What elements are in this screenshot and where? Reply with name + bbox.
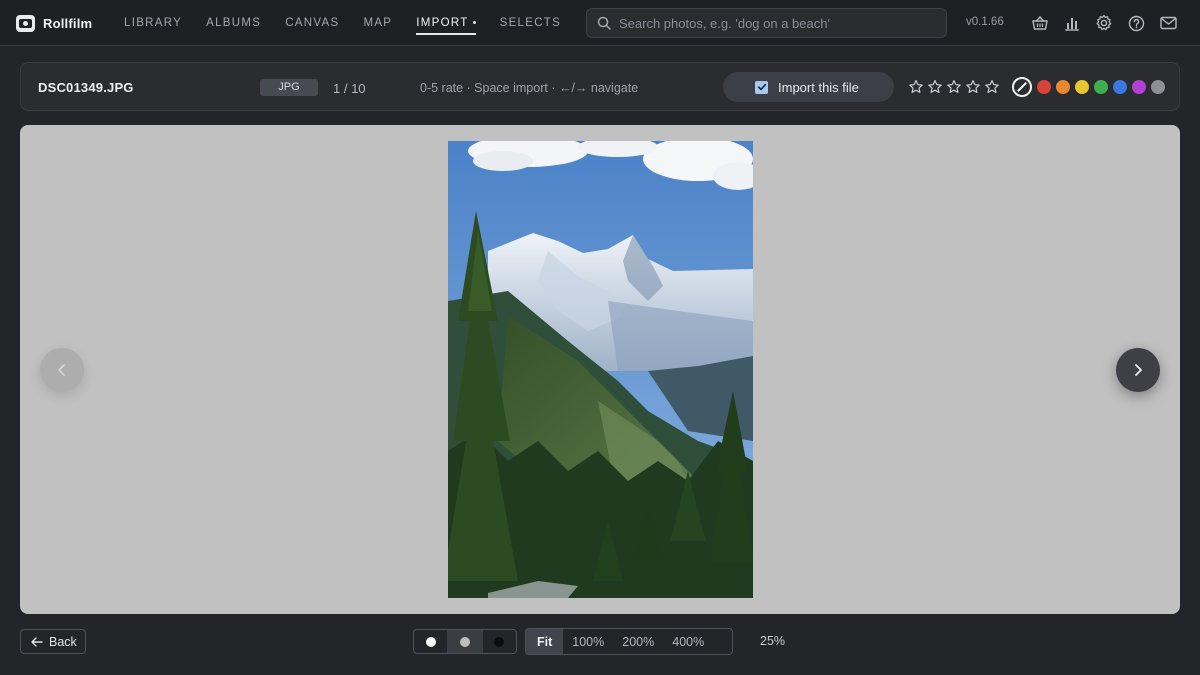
nav-map[interactable]: MAP — [351, 0, 404, 46]
check-icon — [757, 83, 766, 91]
nav-map-label: MAP — [363, 17, 393, 29]
nav-import-label: IMPORT — [416, 17, 469, 29]
zoom-level: 25% — [760, 634, 786, 648]
star-3-icon[interactable] — [946, 79, 962, 95]
color-orange-swatch[interactable] — [1056, 80, 1070, 94]
import-this-file-toggle[interactable]: Import this file — [723, 72, 894, 102]
background-black-option[interactable] — [483, 630, 516, 653]
nav-canvas[interactable]: CANVAS — [273, 0, 351, 46]
chevron-left-icon — [58, 364, 65, 376]
top-icon-group — [1030, 13, 1178, 33]
color-gray-swatch[interactable] — [1151, 80, 1165, 94]
arrow-left-icon — [31, 636, 43, 647]
file-counter: 1 / 10 — [333, 81, 366, 96]
help-icon[interactable] — [1126, 13, 1146, 33]
background-color-selector — [413, 629, 517, 654]
color-green-swatch[interactable] — [1094, 80, 1108, 94]
star-rating — [908, 79, 1000, 95]
zoom-selector: Fit 100% 200% 400% — [525, 628, 733, 655]
gray-dot-icon — [459, 636, 470, 647]
star-5-icon[interactable] — [984, 79, 1000, 95]
mountain-landscape-photo — [448, 141, 753, 598]
color-red-swatch[interactable] — [1037, 80, 1051, 94]
nav-library-label: LIBRARY — [124, 17, 183, 29]
nav-selects-label: SELECTS — [499, 17, 562, 29]
color-yellow-swatch[interactable] — [1075, 80, 1089, 94]
background-white-option[interactable] — [414, 630, 449, 653]
star-4-icon[interactable] — [965, 79, 981, 95]
nav-import[interactable]: IMPORT — [404, 0, 487, 46]
import-checkbox[interactable] — [755, 80, 768, 94]
image-viewer — [20, 125, 1180, 614]
nav-library[interactable]: LIBRARY — [112, 0, 194, 46]
color-purple-swatch[interactable] — [1132, 80, 1146, 94]
search-input[interactable] — [619, 15, 919, 31]
gear-icon[interactable] — [1094, 13, 1114, 33]
top-navigation-bar: Rollfilm LIBRARY ALBUMS CANVAS MAP IMPOR… — [0, 0, 1200, 46]
previous-image-button[interactable] — [40, 348, 84, 392]
chevron-right-icon — [1135, 364, 1142, 376]
keyboard-hint: 0-5 rate · Space import · ←/→ navigate — [420, 81, 639, 95]
background-gray-option[interactable] — [448, 630, 483, 653]
main-nav: LIBRARY ALBUMS CANVAS MAP IMPORT SELECTS — [112, 0, 573, 46]
back-label: Back — [49, 634, 77, 649]
app-name: Rollfilm — [43, 15, 93, 31]
file-name: DSC01349.JPG — [38, 80, 134, 95]
active-indicator-dot-icon — [472, 21, 476, 25]
search-box[interactable] — [586, 8, 947, 38]
rollfilm-logo-icon — [16, 14, 35, 32]
back-button[interactable]: Back — [20, 629, 86, 654]
zoom-fit-option[interactable]: Fit — [526, 629, 564, 654]
black-dot-icon — [494, 636, 505, 647]
next-image-button[interactable] — [1116, 348, 1160, 392]
nav-albums[interactable]: ALBUMS — [194, 0, 273, 46]
color-none-swatch[interactable] — [1012, 77, 1032, 97]
zoom-100-option[interactable]: 100% — [563, 629, 613, 654]
file-type-badge: JPG — [260, 79, 318, 96]
import-label: Import this file — [778, 79, 859, 95]
zoom-400-option[interactable]: 400% — [663, 629, 713, 654]
stats-icon[interactable] — [1062, 13, 1082, 33]
zoom-200-option[interactable]: 200% — [613, 629, 663, 654]
star-1-icon[interactable] — [908, 79, 924, 95]
white-dot-icon — [425, 636, 436, 647]
mail-icon[interactable] — [1158, 13, 1178, 33]
nav-albums-label: ALBUMS — [206, 17, 262, 29]
app-version: v0.1.66 — [966, 16, 1004, 28]
nav-selects[interactable]: SELECTS — [488, 0, 574, 46]
brand[interactable]: Rollfilm — [16, 13, 92, 33]
file-info-bar: DSC01349.JPG JPG 1 / 10 0-5 rate · Space… — [20, 62, 1180, 111]
basket-icon[interactable] — [1030, 13, 1050, 33]
search-icon — [597, 16, 611, 30]
color-blue-swatch[interactable] — [1113, 80, 1127, 94]
nav-canvas-label: CANVAS — [285, 17, 340, 29]
color-label-picker — [1012, 77, 1165, 97]
star-2-icon[interactable] — [927, 79, 943, 95]
